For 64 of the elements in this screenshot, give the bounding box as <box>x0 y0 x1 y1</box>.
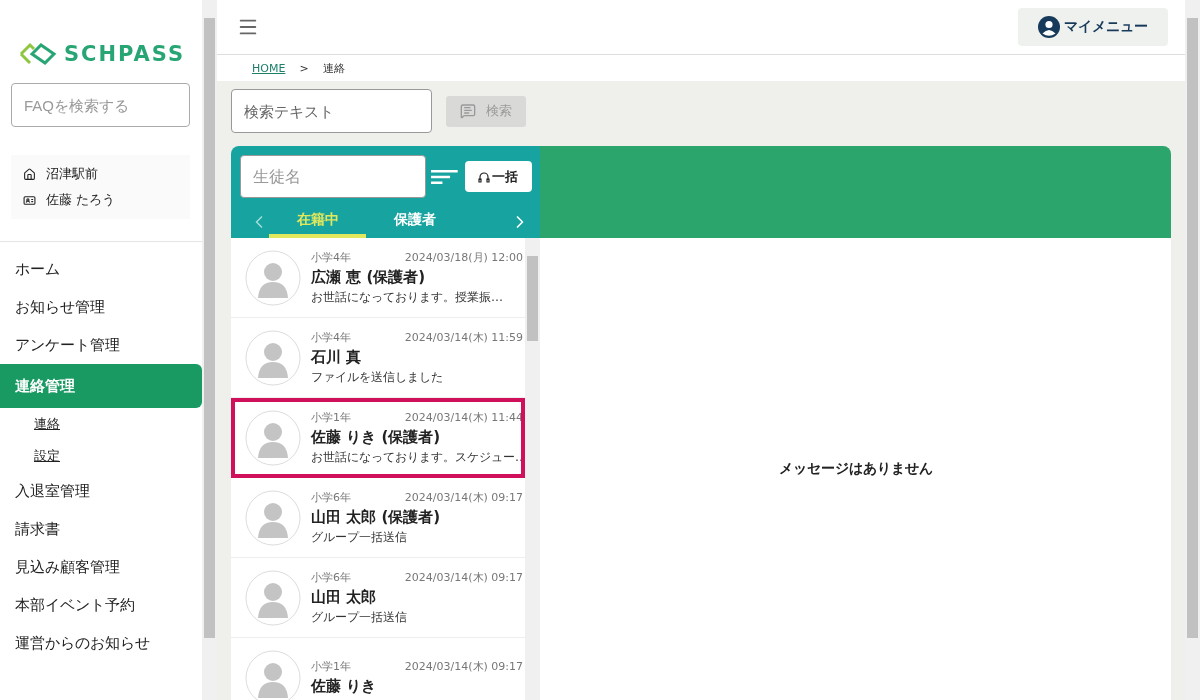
conversation-item[interactable]: 小学4年 2024/03/14(木) 11:59 石川 真 ファイルを送信しました <box>231 318 525 398</box>
avatar-icon <box>245 489 301 546</box>
id-badge-icon <box>23 193 36 207</box>
nav-item[interactable]: お知らせ管理 <box>0 288 202 326</box>
conversation-item[interactable]: 小学6年 2024/03/14(木) 09:17 山田 太郎 (保護者) グループ一括送信 <box>231 478 525 558</box>
breadcrumb-separator: > <box>299 61 309 75</box>
logo-text: SCHPASS <box>64 42 186 66</box>
conversation-item[interactable]: 小学4年 2024/03/18(月) 12:00 広瀬 恵 (保護者) お世話になっております。授業振… <box>231 238 525 318</box>
empty-message: メッセージはありません <box>778 460 933 478</box>
grade-label: 小学6年 <box>311 490 351 505</box>
user-name: 佐藤 たろう <box>46 191 116 209</box>
grade-label: 小学4年 <box>311 330 351 345</box>
grade-label: 小学1年 <box>311 410 351 425</box>
nav-item[interactable]: 運営からのお知らせ <box>0 624 202 662</box>
avatar-icon <box>245 249 301 306</box>
grade-label: 小学1年 <box>311 659 351 674</box>
avatar-icon <box>245 409 301 466</box>
nav-item[interactable]: 入退室管理 <box>0 472 202 510</box>
conversation-item[interactable]: 小学1年 2024/03/14(木) 09:17 佐藤 りき <box>231 638 525 700</box>
message-preview: お世話になっております。授業振… <box>311 290 503 305</box>
message-preview: ファイルを送信しました <box>311 370 443 385</box>
message-preview: グループ一括送信 <box>311 530 407 545</box>
nav-item[interactable]: 本部イベント予約 <box>0 586 202 624</box>
grade-label: 小学4年 <box>311 250 351 265</box>
contact-name: 広瀬 恵 (保護者) <box>311 268 427 287</box>
scrollbar[interactable] <box>525 238 540 700</box>
bulk-button[interactable]: 一括 <box>464 161 532 192</box>
my-menu-button[interactable]: マイメニュー <box>1018 8 1168 46</box>
timestamp: 2024/03/14(木) 11:44 <box>404 410 523 425</box>
logo-icon <box>18 41 58 67</box>
school-name: 沼津駅前 <box>46 165 98 183</box>
sort-icon[interactable] <box>431 168 458 185</box>
grade-label: 小学6年 <box>311 570 351 585</box>
breadcrumb-link[interactable]: HOME <box>252 61 286 75</box>
avatar-icon <box>245 329 301 386</box>
nav-item[interactable]: 請求書 <box>0 510 202 548</box>
sub-nav-link[interactable]: 設定 <box>34 440 60 472</box>
nav-item[interactable]: アンケート管理 <box>0 326 202 364</box>
conversation-item[interactable]: 小学6年 2024/03/14(木) 09:17 山田 太郎 グループ一括送信 <box>231 558 525 638</box>
student-name-field[interactable]: 生徒名 <box>240 155 426 198</box>
nav-item[interactable]: 連絡管理 <box>0 364 202 408</box>
contact-name: 佐藤 りき (保護者) <box>311 428 442 447</box>
timestamp: 2024/03/14(木) 09:17 <box>404 570 523 585</box>
breadcrumb-current: 連絡 <box>322 60 345 76</box>
user-icon <box>1038 16 1060 38</box>
home-icon <box>23 167 36 181</box>
avatar-icon <box>245 569 301 626</box>
contact-name: 佐藤 りき <box>311 677 378 696</box>
headset-icon <box>478 170 491 183</box>
chat-bubble-icon <box>460 103 476 119</box>
nav-item[interactable]: 見込み顧客管理 <box>0 548 202 586</box>
message-preview: グループ一括送信 <box>311 610 407 625</box>
scrollbar[interactable] <box>202 0 217 700</box>
contact-name: 石川 真 <box>311 348 363 367</box>
sub-nav-link[interactable]: 連絡 <box>34 408 60 440</box>
scrollbar[interactable] <box>1185 0 1200 700</box>
contact-name: 山田 太郎 <box>311 588 378 607</box>
faq-search-field[interactable]: FAQを検索する <box>11 83 190 127</box>
timestamp: 2024/03/14(木) 09:17 <box>404 490 523 505</box>
contact-name: 山田 太郎 (保護者) <box>311 508 442 527</box>
timestamp: 2024/03/14(木) 11:59 <box>404 330 523 345</box>
timestamp: 2024/03/18(月) 12:00 <box>404 250 523 265</box>
timestamp: 2024/03/14(木) 09:17 <box>404 659 523 674</box>
nav-item[interactable]: ホーム <box>0 250 202 288</box>
